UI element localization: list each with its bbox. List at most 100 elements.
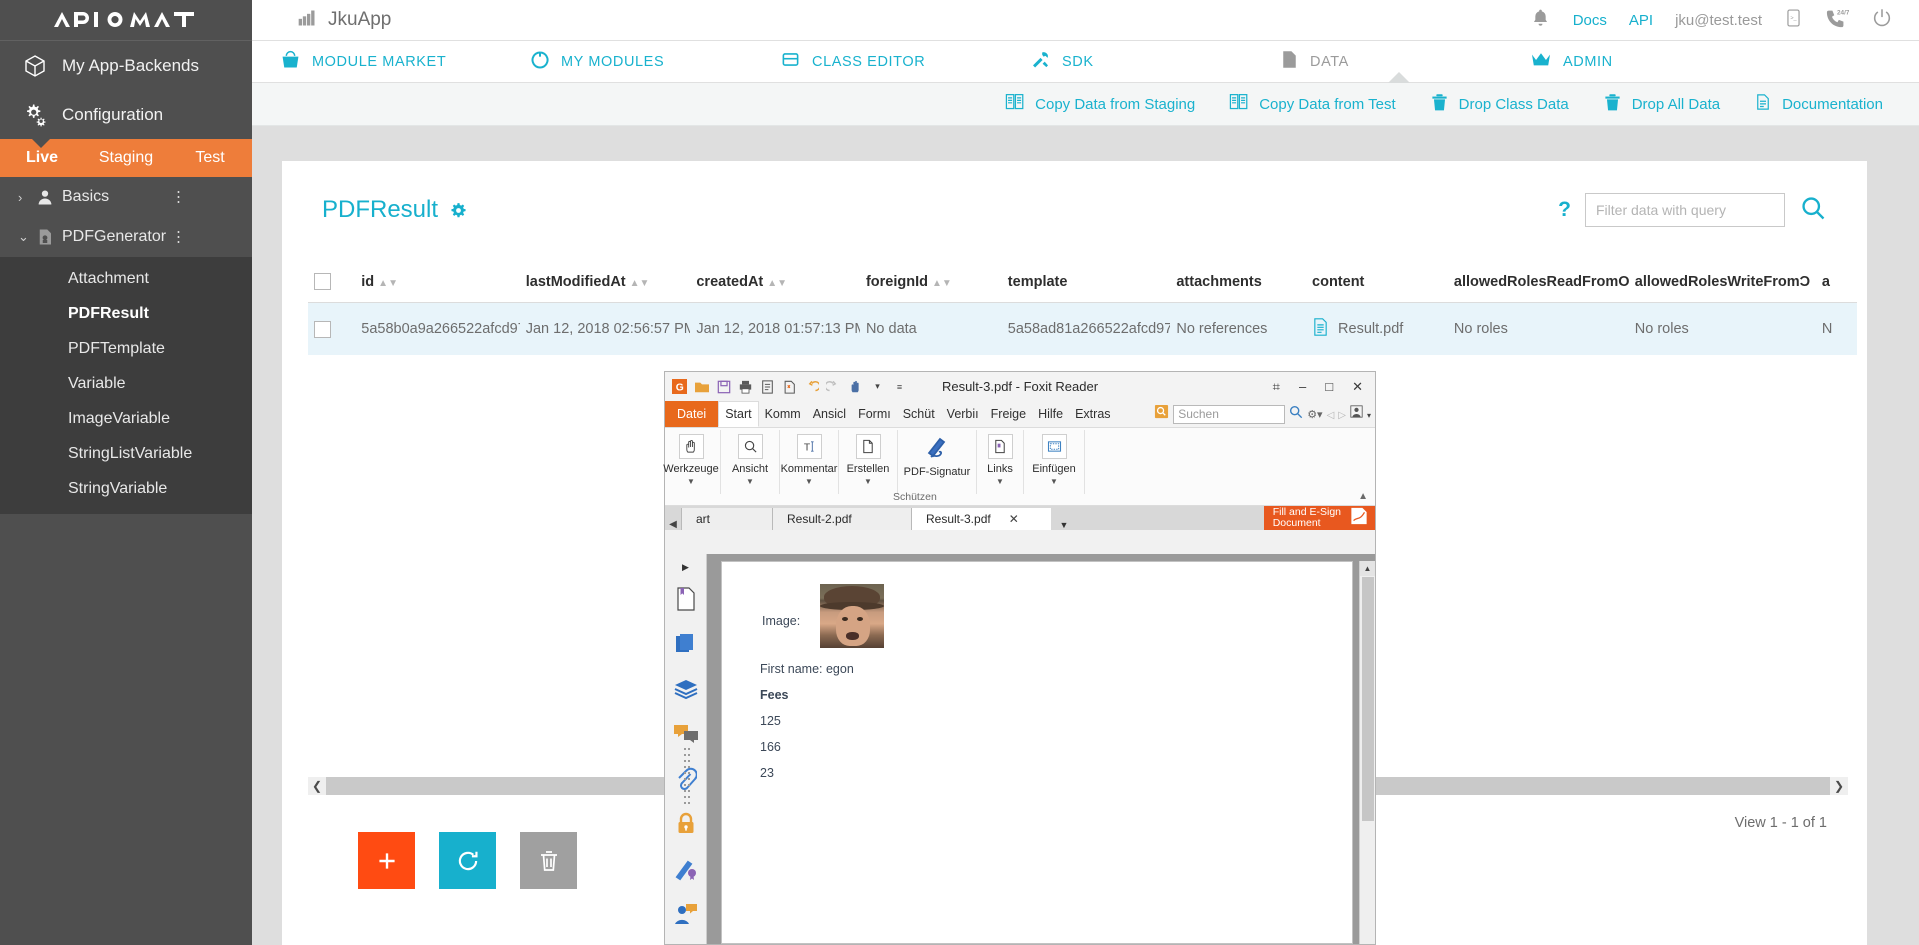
nav-my-modules[interactable]: MY MODULES	[524, 41, 774, 83]
ribbon-links[interactable]: Links ▼	[980, 428, 1020, 486]
sidebar-item-my-app-backends[interactable]: My App-Backends	[0, 41, 252, 90]
redo-icon[interactable]	[825, 378, 842, 395]
user-email[interactable]: jku@test.test	[1675, 12, 1762, 29]
class-row-variable[interactable]: Variable	[0, 366, 252, 401]
env-tab-staging[interactable]: Staging	[84, 139, 168, 177]
copy-data-from-test-button[interactable]: Copy Data from Test	[1229, 93, 1396, 115]
add-button[interactable]	[358, 832, 415, 889]
open-folder-icon[interactable]	[693, 378, 710, 395]
chevron-down-icon[interactable]: ▼	[687, 477, 695, 486]
module-menu-icon[interactable]: ⋮	[171, 230, 186, 245]
next-view-icon[interactable]: ▷	[1338, 405, 1346, 423]
settings-gear-icon[interactable]: ⚙▾	[1307, 405, 1322, 423]
signatures-icon[interactable]	[669, 846, 703, 891]
account-dropdown-icon[interactable]: ▾	[1367, 405, 1371, 423]
menu-datei[interactable]: Datei	[665, 401, 719, 427]
th-extra[interactable]: a	[1815, 265, 1857, 303]
nav-module-market[interactable]: MODULE MARKET	[274, 41, 524, 83]
class-row-stringlistvariable[interactable]: StringListVariable	[0, 436, 252, 471]
ribbon-erstellen[interactable]: Erstellen ▼	[842, 428, 894, 486]
chevron-down-icon[interactable]: ▼	[805, 477, 813, 486]
page-icon[interactable]	[759, 378, 776, 395]
chevron-right-icon[interactable]: ›	[18, 190, 36, 205]
foxit-title-bar[interactable]: G ▾ ≡ Result-3.pdf - Foxit Reader ⌗ – □ …	[665, 372, 1375, 401]
gear-icon[interactable]	[450, 202, 467, 219]
foxit-search-input[interactable]	[1173, 404, 1286, 424]
security-lock-icon[interactable]	[669, 801, 703, 846]
ribbon-pdf-signatur[interactable]: PDF-Signatur	[901, 428, 973, 479]
th-foreignid[interactable]: foreignId ▲▼	[859, 265, 1002, 303]
undo-icon[interactable]	[803, 378, 820, 395]
module-row-basics[interactable]: › Basics ⋮	[0, 177, 252, 217]
hand-tool-icon[interactable]	[847, 378, 864, 395]
class-row-imagevariable[interactable]: ImageVariable	[0, 401, 252, 436]
review-user-icon[interactable]	[669, 891, 703, 936]
query-help-icon[interactable]: ?	[1558, 198, 1571, 222]
layers-icon[interactable]	[669, 666, 703, 711]
prev-view-icon[interactable]: ◁	[1327, 405, 1335, 423]
th-template[interactable]: template	[1001, 265, 1171, 303]
pdf-page[interactable]: Image: First name: egon Fees 125 166 23	[721, 561, 1353, 944]
class-row-attachment[interactable]: Attachment	[0, 261, 252, 296]
tab-list-dropdown-icon[interactable]: ▼	[1050, 520, 1078, 530]
th-allowedroleswrite[interactable]: allowedRolesWriteFromƆ	[1628, 265, 1816, 303]
th-allowedrolesread[interactable]: allowedRolesReadFromO	[1447, 265, 1629, 303]
customize-icon[interactable]: ▾	[869, 378, 886, 395]
th-content[interactable]: content	[1306, 265, 1448, 303]
bell-icon[interactable]	[1530, 7, 1551, 34]
support-24-7-icon[interactable]: 24/7	[1825, 7, 1850, 34]
menu-ansicht[interactable]: Ansicl	[807, 401, 852, 427]
ribbon-werkzeuge[interactable]: Werkzeuge ▼	[663, 428, 719, 486]
minimize-button[interactable]: –	[1299, 379, 1306, 394]
app-logo[interactable]	[0, 0, 252, 41]
doc-tab-result-3[interactable]: Result-3.pdf ✕	[911, 508, 1051, 530]
layout-button[interactable]: ⌗	[1273, 379, 1280, 395]
chevron-down-icon[interactable]: ▼	[1050, 477, 1058, 486]
sidebar-item-configuration[interactable]: Configuration	[0, 90, 252, 139]
nav-class-editor[interactable]: CLASS EDITOR	[774, 41, 1024, 83]
drop-class-data-button[interactable]: Drop Class Data	[1430, 93, 1569, 116]
search-icon[interactable]	[1799, 194, 1827, 227]
chevron-down-icon[interactable]: ▼	[746, 477, 754, 486]
menu-extras[interactable]: Extraѕ	[1069, 401, 1116, 427]
scroll-up-icon[interactable]: ▲	[1360, 561, 1375, 576]
env-tab-test[interactable]: Test	[168, 139, 252, 177]
refresh-button[interactable]	[439, 832, 496, 889]
ribbon-einfuegen[interactable]: Einfügen ▼	[1027, 428, 1081, 486]
app-title[interactable]: JkuApp	[296, 8, 391, 33]
scroll-right-icon[interactable]: ❯	[1830, 777, 1848, 795]
class-row-pdfresult[interactable]: PDFResult	[0, 296, 252, 331]
bookmark-page-icon[interactable]	[669, 576, 703, 621]
th-createdat[interactable]: createdAt ▲▼	[690, 265, 860, 303]
console-icon[interactable]: >_	[1784, 7, 1803, 34]
doc-tab-start[interactable]: art	[681, 508, 773, 530]
delete-button[interactable]	[520, 832, 577, 889]
row-checkbox[interactable]	[314, 320, 331, 338]
chevron-down-icon[interactable]: ⌄	[18, 229, 36, 245]
documentation-button[interactable]: Documentation	[1754, 92, 1883, 116]
pane-resize-grip[interactable]	[684, 748, 692, 806]
search-icon[interactable]	[1289, 405, 1303, 424]
pages-thumbnail-icon[interactable]	[669, 621, 703, 666]
doc-tab-result-2[interactable]: Result-2.pdf	[772, 508, 912, 530]
tab-scroll-left-icon[interactable]: ◀	[665, 519, 681, 530]
cell-content[interactable]: Result.pdf	[1306, 303, 1448, 356]
menu-kommentar[interactable]: Komm	[759, 401, 807, 427]
expand-pane-icon[interactable]: ▶	[682, 558, 689, 576]
drop-all-data-button[interactable]: Drop All Data	[1603, 93, 1720, 116]
menu-hilfe[interactable]: Hilfe	[1032, 401, 1069, 427]
ribbon-kommentar[interactable]: T Kommentar ▼	[781, 428, 837, 486]
th-id[interactable]: id ▲▼	[355, 265, 520, 303]
qat-more-icon[interactable]: ≡	[891, 378, 908, 395]
fill-and-esign-button[interactable]: Fill and E-Sign Document	[1263, 506, 1375, 530]
scroll-thumb[interactable]	[1362, 577, 1374, 821]
print-icon[interactable]	[737, 378, 754, 395]
search-input[interactable]	[1585, 193, 1785, 227]
th-attachments[interactable]: attachments	[1170, 265, 1307, 303]
maximize-button[interactable]: □	[1325, 379, 1333, 394]
select-all-checkbox[interactable]	[314, 273, 331, 290]
pdf-vertical-scrollbar[interactable]: ▲	[1359, 561, 1375, 944]
foxit-logo-icon[interactable]: G	[671, 378, 688, 395]
table-row[interactable]: 5a58b0a9a266522afcd978 Jan 12, 2018 02:5…	[308, 302, 1857, 356]
class-row-stringvariable[interactable]: StringVariable	[0, 471, 252, 506]
